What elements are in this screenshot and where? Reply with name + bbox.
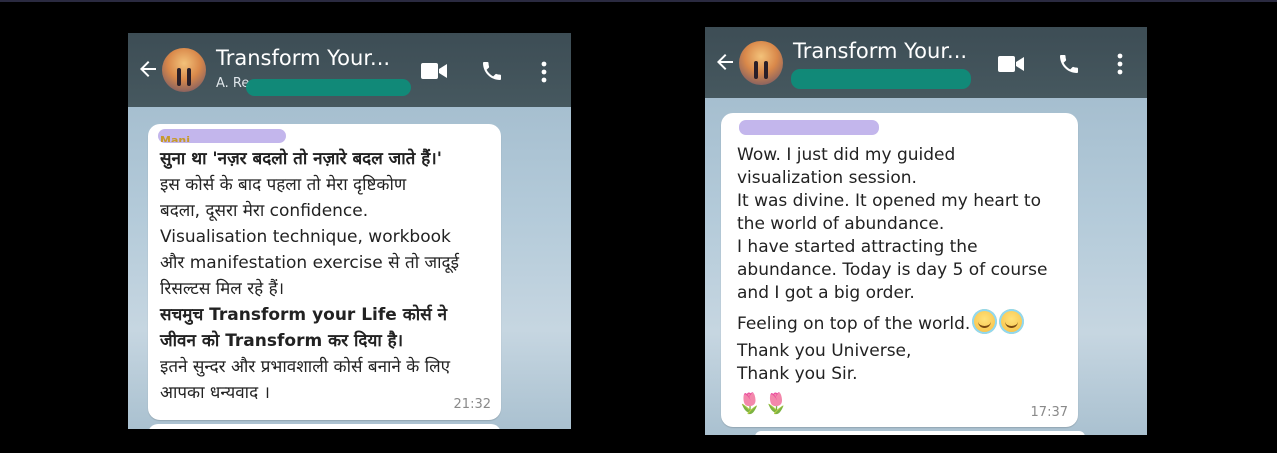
message-line: I have started attracting the	[737, 237, 978, 257]
more-options-icon[interactable]	[1114, 52, 1126, 76]
chat-screenshot-english: Transform Your... Wow. I just did my gui…	[705, 27, 1147, 435]
chat-title[interactable]: Transform Your...	[216, 46, 390, 70]
message-line: और manifestation exercise से तो जादूई	[160, 253, 459, 273]
group-avatar[interactable]	[739, 41, 783, 85]
redaction-mark	[246, 79, 411, 96]
phone-icon[interactable]	[1057, 52, 1081, 76]
message-text: सुना था 'नज़र बदलो तो नज़ारे बदल जाते है…	[160, 146, 459, 406]
group-avatar[interactable]	[162, 48, 206, 92]
smiling-face-with-halo-icon	[999, 309, 1025, 334]
top-border	[0, 0, 1277, 2]
sender-name-partial: Mani	[160, 134, 190, 142]
message-bubble[interactable]: Wow. I just did my guided visualization …	[721, 113, 1078, 427]
message-line: इस कोर्स के बाद पहला तो मेरा दृष्टिकोण	[160, 175, 407, 195]
message-text: Wow. I just did my guided visualization …	[737, 144, 1047, 386]
next-message-bubble	[148, 424, 501, 429]
redaction-mark	[739, 120, 879, 135]
more-options-icon[interactable]	[538, 60, 550, 84]
tulip-emoji: 🌷🌷	[737, 391, 791, 415]
chat-screenshot-hindi: Transform Your... A. Re Mani सुना था 'नज…	[128, 33, 571, 429]
next-message-bubble	[755, 431, 1085, 435]
message-line: the world of abundance.	[737, 214, 945, 234]
message-line: सुना था 'नज़र बदलो तो नज़ारे बदल जाते है…	[160, 149, 442, 169]
smiling-face-with-halo-icon	[972, 309, 998, 334]
phone-icon[interactable]	[480, 59, 504, 83]
back-arrow-icon[interactable]	[136, 57, 160, 81]
message-bubble[interactable]: Mani सुना था 'नज़र बदलो तो नज़ारे बदल जा…	[148, 124, 501, 420]
chat-header: Transform Your...	[705, 27, 1147, 98]
back-arrow-icon[interactable]	[713, 50, 737, 74]
video-call-icon[interactable]	[420, 61, 448, 81]
message-time: 17:37	[1030, 405, 1068, 420]
message-line: बदला, दूसरा मेरा confidence.	[160, 201, 369, 221]
message-line: जीवन को Transform कर दिया है।	[160, 331, 404, 351]
chat-subtitle: A. Re	[216, 76, 250, 91]
message-line: and I got a big order.	[737, 283, 915, 303]
message-line: visualization session.	[737, 168, 917, 188]
message-line: इतने सुन्दर और प्रभावशाली कोर्स बनाने के…	[160, 357, 451, 377]
message-line: abundance. Today is day 5 of course	[737, 260, 1048, 280]
chat-title[interactable]: Transform Your...	[793, 39, 967, 63]
chat-header: Transform Your... A. Re	[128, 33, 571, 107]
message-line: आपका धन्यवाद ।	[160, 383, 270, 403]
message-line: Feeling on top of the world.	[737, 309, 1047, 336]
message-line: Thank you Sir.	[737, 364, 858, 384]
redaction-mark	[791, 69, 971, 89]
message-line: Visualisation technique, workbook	[160, 227, 451, 247]
video-call-icon[interactable]	[997, 54, 1025, 74]
message-time: 21:32	[453, 397, 491, 412]
message-line: Wow. I just did my guided	[737, 145, 956, 165]
message-line: सचमुच Transform your Life कोर्स ने	[160, 305, 448, 325]
message-line: It was divine. It opened my heart to	[737, 191, 1041, 211]
message-line: Thank you Universe,	[737, 341, 912, 361]
message-line: रिसल्टस मिल रहे हैं।	[160, 279, 285, 299]
